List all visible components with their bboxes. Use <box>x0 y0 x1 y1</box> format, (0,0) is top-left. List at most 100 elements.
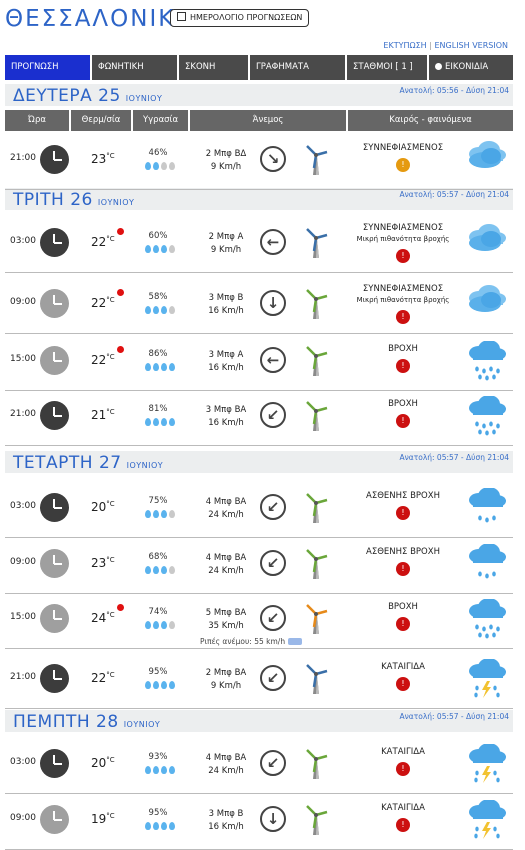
row-humidity: 74% <box>148 607 168 617</box>
row-wind: 4 Μπφ ΒΑ 24 Km/h <box>191 496 261 522</box>
condition-label: ΣΥΝΝΕΦΙΑΣΜΕΝΟΣ <box>362 223 444 233</box>
drop-icon <box>145 245 151 253</box>
english-link[interactable]: ENGLISH VERSION <box>435 41 509 50</box>
tab-forecast[interactable]: ΠΡΟΓΝΩΣΗ <box>5 55 90 80</box>
cloud-weather-icon <box>465 284 509 324</box>
condition-label: ΑΣΘΕΝΗΣ ΒΡΟΧΗ <box>366 491 440 501</box>
cloud-weather-icon <box>465 140 509 180</box>
tab-dust[interactable]: ΣΚΟΝΗ <box>179 55 248 80</box>
warning-icon[interactable]: ! <box>396 762 410 776</box>
temp-unit: °C <box>106 556 115 564</box>
row-time: 09:00 <box>10 297 36 307</box>
temp-unit: °C <box>106 500 115 508</box>
wind-speed: 24 Km/h <box>208 766 244 776</box>
clock-icon <box>40 346 69 375</box>
drop-icon <box>161 510 167 518</box>
row-wind: 2 Μπφ ΒΑ 9 Km/h <box>191 667 261 693</box>
row-humidity: 46% <box>148 148 168 158</box>
condition-label: ΑΣΘΕΝΗΣ ΒΡΟΧΗ <box>366 547 440 557</box>
link-separator: | <box>429 41 432 50</box>
temp-value: 23 <box>91 152 107 166</box>
lightrain-weather-icon <box>465 487 509 528</box>
wind-beaufort: 2 Μπφ ΒΔ <box>205 149 247 159</box>
row-temp: 22°C <box>91 296 115 310</box>
tab-icons[interactable]: ΕΙΚΟΝΙΔΙΑ <box>429 55 513 80</box>
warning-icon[interactable]: ! <box>396 677 410 691</box>
warning-icon[interactable]: ! <box>396 562 410 576</box>
wind-direction-icon: ↙ <box>260 750 286 776</box>
warning-icon[interactable]: ! <box>396 359 410 373</box>
warning-icon[interactable]: ! <box>396 617 410 631</box>
wind-turbine-icon <box>303 227 329 259</box>
wind-speed: 16 Km/h <box>208 306 244 316</box>
temp-value: 23 <box>91 556 107 570</box>
humidity-drops <box>137 245 183 256</box>
drop-icon <box>145 418 151 426</box>
drop-icon <box>161 418 167 426</box>
wind-beaufort: 3 Μπφ Α <box>208 350 244 360</box>
col-weather: Καιρός - φαινόμενα <box>348 110 513 131</box>
col-temp: Θερμ/σία <box>71 110 131 131</box>
row-time: 21:00 <box>10 153 36 163</box>
rain-weather-icon <box>465 395 509 436</box>
warning-icon[interactable]: ! <box>396 414 410 428</box>
wind-gust-label: Ριπές ανέμου: 55 km/h <box>200 637 286 646</box>
temp-unit: °C <box>106 296 115 304</box>
tab-dust-label: ΣΚΟΝΗ <box>185 62 216 72</box>
day-title: ΔΕΥΤΕΡΑ 25 <box>13 86 121 106</box>
tab-charts[interactable]: ΓΡΑΦΗΜΑΤΑ <box>250 55 345 80</box>
top-links: ΕΚΤΥΠΩΣΗ | ENGLISH VERSION <box>383 41 508 50</box>
row-wind: 2 Μπφ Α 9 Km/h <box>191 231 261 257</box>
drop-icon <box>161 822 167 830</box>
wind-speed: 9 Km/h <box>210 162 242 172</box>
warning-icon[interactable]: ! <box>396 818 410 832</box>
forecast-row: 15:00 22°C 86% 3 Μπφ Α 16 Km/h ← ΒΡΟΧΗ! <box>5 334 513 391</box>
calendar-button[interactable]: ΗΜΕΡΟΛΟΓΙΟ ΠΡΟΓΝΩΣΕΩΝ <box>170 9 310 27</box>
forecast-row: 03:00 22°C 60% 2 Μπφ Α 9 Km/h ← ΣΥΝΝΕΦΙΑΣΜΕΝΟΣ… <box>5 216 513 273</box>
forecast-row: 03:00 20°C 75% 4 Μπφ ΒΑ 24 Km/h ↙ ΑΣΘΕΝΗΣ ΒΡΟΧ… <box>5 481 513 538</box>
day-header: ΠΕΜΠΤΗ 28 ΙΟΥΝΙΟΥ Ανατολή: 05:57 - Δύση 21… <box>5 710 513 732</box>
tab-stations[interactable]: ΣΤΑΘΜΟΙ [ 1 ] <box>347 55 427 80</box>
clock-icon <box>40 549 69 578</box>
row-condition: ΑΣΘΕΝΗΣ ΒΡΟΧΗ! <box>345 547 461 576</box>
wind-beaufort: 3 Μπφ ΒΑ <box>205 405 247 415</box>
temp-value: 22 <box>91 296 107 310</box>
drop-icon <box>161 766 167 774</box>
row-time: 09:00 <box>10 557 36 567</box>
row-temp: 19°C <box>91 812 115 826</box>
drop-icon <box>153 245 159 253</box>
heat-alert-dot <box>117 228 124 235</box>
wind-speed: 35 Km/h <box>208 621 244 631</box>
drop-icon <box>153 566 159 574</box>
temp-unit: °C <box>106 408 115 416</box>
row-temp: 22°C <box>91 353 115 367</box>
humidity-drops <box>137 766 183 777</box>
wind-turbine-icon <box>303 492 329 524</box>
row-condition: ΒΡΟΧΗ! <box>345 399 461 428</box>
tab-voice[interactable]: ΦΩΝΗΤΙΚΗ <box>92 55 177 80</box>
warning-icon[interactable]: ! <box>396 249 410 263</box>
forecast-row: 21:00 23°C 46% 2 Μπφ ΒΔ 9 Km/h ↘ ΣΥΝΝΕΦΙΑΣΜΕΝΟ… <box>5 133 513 190</box>
condition-label: ΚΑΤΑΙΓΙΔΑ <box>381 747 425 757</box>
tab-voice-label: ΦΩΝΗΤΙΚΗ <box>98 62 144 72</box>
row-humidity: 81% <box>148 404 168 414</box>
row-wind: 4 Μπφ ΒΑ 24 Km/h <box>191 752 261 778</box>
print-link[interactable]: ΕΚΤΥΠΩΣΗ <box>383 41 426 50</box>
warning-icon[interactable]: ! <box>396 506 410 520</box>
temp-unit: °C <box>106 235 115 243</box>
row-time: 09:00 <box>10 813 36 823</box>
forecast-row: 09:00 22°C 58% 3 Μπφ Β 16 Km/h ↓ ΣΥΝΝΕΦΙΑΣΜΕΝΟ… <box>5 277 513 334</box>
drop-icon <box>169 162 175 170</box>
day-header: ΔΕΥΤΕΡΑ 25 ΙΟΥΝΙΟΥ Ανατολή: 05:56 - Δύση 2… <box>5 84 513 106</box>
truck-icon <box>288 638 303 645</box>
temp-unit: °C <box>106 353 115 361</box>
warning-icon[interactable]: ! <box>396 310 410 324</box>
wind-beaufort: 4 Μπφ ΒΑ <box>205 753 247 763</box>
warning-icon[interactable]: ! <box>396 158 410 172</box>
sunrise-sunset: Ανατολή: 05:57 - Δύση 21:04 <box>399 190 509 199</box>
row-wind: 2 Μπφ ΒΔ 9 Km/h <box>191 148 261 174</box>
drop-icon <box>161 363 167 371</box>
drop-icon <box>169 363 175 371</box>
tab-forecast-label: ΠΡΟΓΝΩΣΗ <box>11 62 59 72</box>
day-title: ΤΕΤΑΡΤΗ 27 <box>13 453 122 473</box>
